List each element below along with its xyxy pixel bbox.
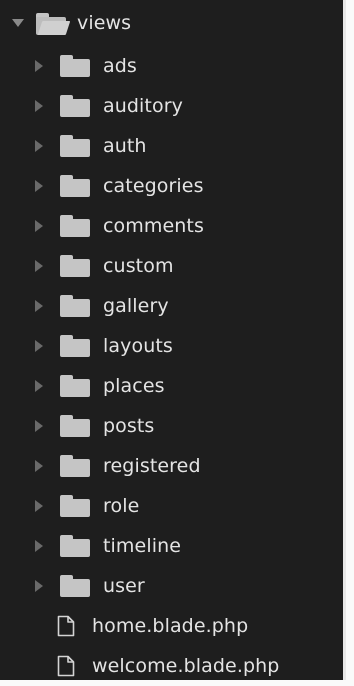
folder-icon	[60, 175, 90, 197]
chevron-right-icon[interactable]	[35, 260, 43, 272]
tree-folder-custom[interactable]: custom	[0, 246, 343, 286]
chevron-right-icon[interactable]	[35, 540, 43, 552]
tree-folder-ads[interactable]: ads	[0, 46, 343, 86]
tree-file-label: welcome.blade.php	[92, 655, 280, 677]
tree-folder-role[interactable]: role	[0, 486, 343, 526]
file-icon	[57, 655, 75, 677]
folder-icon	[60, 375, 90, 397]
tree-file-home-blade[interactable]: home.blade.php	[0, 606, 343, 646]
folder-icon	[60, 215, 90, 237]
chevron-right-icon[interactable]	[35, 580, 43, 592]
folder-icon	[60, 55, 90, 77]
tree-folder-label: user	[103, 575, 145, 597]
chevron-right-icon[interactable]	[35, 340, 43, 352]
tree-folder-label: custom	[103, 255, 174, 277]
chevron-right-icon[interactable]	[35, 460, 43, 472]
chevron-right-icon[interactable]	[35, 500, 43, 512]
tree-folder-label: auditory	[103, 95, 183, 117]
tree-folder-label: timeline	[103, 535, 182, 557]
chevron-right-icon[interactable]	[35, 60, 43, 72]
tree-folder-label: registered	[103, 455, 201, 477]
folder-icon	[60, 255, 90, 277]
folder-icon	[60, 135, 90, 157]
chevron-right-icon[interactable]	[35, 100, 43, 112]
folder-icon	[60, 415, 90, 437]
tree-folder-places[interactable]: places	[0, 366, 343, 406]
chevron-right-icon[interactable]	[35, 380, 43, 392]
tree-folder-label: role	[103, 495, 140, 517]
folder-icon	[60, 575, 90, 597]
tree-folder-timeline[interactable]: timeline	[0, 526, 343, 566]
tree-folder-registered[interactable]: registered	[0, 446, 343, 486]
chevron-right-icon[interactable]	[35, 140, 43, 152]
tree-folder-label: ads	[103, 55, 137, 77]
tree-folder-posts[interactable]: posts	[0, 406, 343, 446]
tree-file-label: home.blade.php	[92, 615, 249, 637]
file-icon	[57, 615, 75, 637]
tree-folder-categories[interactable]: categories	[0, 166, 343, 206]
tree-file-welcome-blade[interactable]: welcome.blade.php	[0, 646, 343, 686]
folder-icon	[60, 95, 90, 117]
tree-folder-gallery[interactable]: gallery	[0, 286, 343, 326]
chevron-right-icon[interactable]	[35, 300, 43, 312]
folder-icon	[60, 535, 90, 557]
chevron-right-icon[interactable]	[35, 180, 43, 192]
tree-folder-layouts[interactable]: layouts	[0, 326, 343, 366]
tree-folder-label: gallery	[103, 295, 169, 317]
tree-folder-label: categories	[103, 175, 204, 197]
chevron-right-icon[interactable]	[35, 420, 43, 432]
tree-folder-auth[interactable]: auth	[0, 126, 343, 166]
tree-folder-label: auth	[103, 135, 147, 157]
tree-folder-label: comments	[103, 215, 204, 237]
folder-icon	[60, 455, 90, 477]
folder-icon	[60, 495, 90, 517]
chevron-down-icon[interactable]	[12, 19, 24, 27]
tree-folder-label: layouts	[103, 335, 173, 357]
tree-folder-user[interactable]: user	[0, 566, 343, 606]
folder-icon	[60, 335, 90, 357]
tree-folder-label: places	[103, 375, 165, 397]
tree-folder-auditory[interactable]: auditory	[0, 86, 343, 126]
chevron-right-icon[interactable]	[35, 220, 43, 232]
folder-open-icon	[36, 13, 71, 35]
tree-folder-label: posts	[103, 415, 155, 437]
file-tree-panel: views ads auditory auth categories comme…	[0, 0, 346, 680]
tree-folder-comments[interactable]: comments	[0, 206, 343, 246]
folder-icon	[60, 295, 90, 317]
tree-folder-label: views	[77, 12, 132, 34]
